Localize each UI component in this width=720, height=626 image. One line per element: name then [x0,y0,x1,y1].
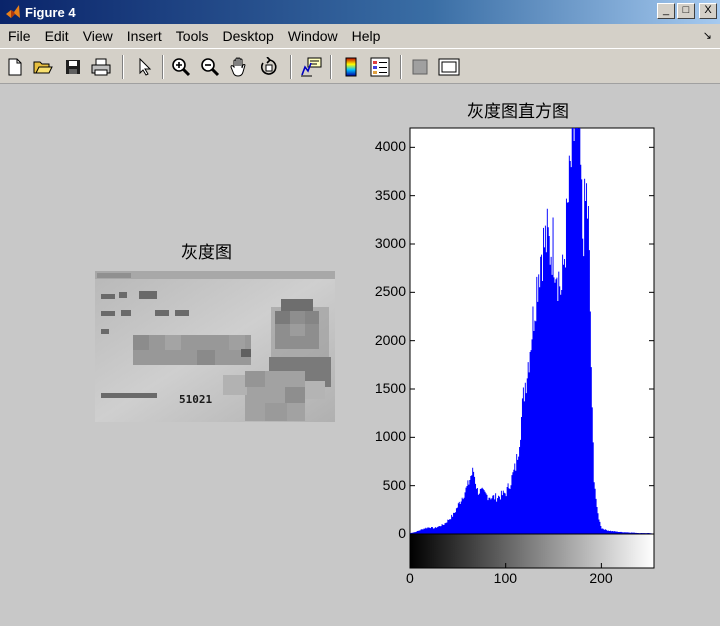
menu-dock-arrow-icon[interactable]: ↘ [703,29,712,42]
zoom-in-icon[interactable] [170,56,192,78]
maximize-button[interactable]: □ [677,3,695,19]
window-title: Figure 4 [25,4,76,20]
save-icon[interactable] [62,56,84,78]
menu-help[interactable]: Help [345,28,388,44]
close-button[interactable]: X [699,3,717,19]
hide-plot-tools-icon[interactable] [409,56,431,78]
legend-icon[interactable] [369,56,391,78]
pan-hand-icon[interactable] [228,56,250,78]
x-tick-label: 100 [493,570,518,586]
y-tick-label: 4000 [374,138,406,155]
y-tick-label: 2000 [374,331,406,348]
gray-image-title: 灰度图 [181,243,232,263]
y-tick-label: 2500 [374,283,406,300]
print-icon[interactable] [90,56,112,78]
menu-tools[interactable]: Tools [169,28,216,44]
zoom-out-icon[interactable] [199,56,221,78]
menu-edit[interactable]: Edit [38,28,76,44]
menu-window[interactable]: Window [281,28,345,44]
y-tick-label: 0 [398,525,406,541]
edit-plot-arrow-icon[interactable] [134,56,156,78]
colorbar-icon[interactable] [340,56,362,78]
open-file-icon[interactable] [32,56,54,78]
menu-view[interactable]: View [76,28,120,44]
y-tick-label: 500 [382,476,406,493]
rotate-3d-icon[interactable] [258,56,280,78]
menu-bar: File Edit View Insert Tools Desktop Wind… [0,24,720,48]
data-cursor-icon[interactable] [300,56,322,78]
figure-toolbar [0,48,720,84]
new-figure-icon[interactable] [4,56,26,78]
histogram-title: 灰度图直方图 [467,102,569,122]
y-tick-label: 1500 [374,380,406,396]
x-tick-label: 200 [589,570,613,586]
grayscale-colorbar [409,533,655,569]
matlab-logo-icon [6,5,20,18]
y-tick-label: 3500 [374,186,406,203]
minimize-button[interactable]: _ [657,3,675,19]
y-tick-label: 1000 [374,428,406,445]
grayscale-id-card-image: 51021 [95,271,335,422]
x-tick-label: 0 [406,570,414,586]
y-tick-label: 3000 [374,235,406,251]
menu-file[interactable]: File [0,28,38,44]
menu-insert[interactable]: Insert [120,28,169,44]
show-plot-tools-icon[interactable] [438,56,460,78]
card-number-text: 51021 [179,393,212,406]
menu-desktop[interactable]: Desktop [215,28,280,44]
window-title-bar[interactable]: Figure 4 _ □ X [0,0,720,24]
histogram-axes [409,127,655,569]
